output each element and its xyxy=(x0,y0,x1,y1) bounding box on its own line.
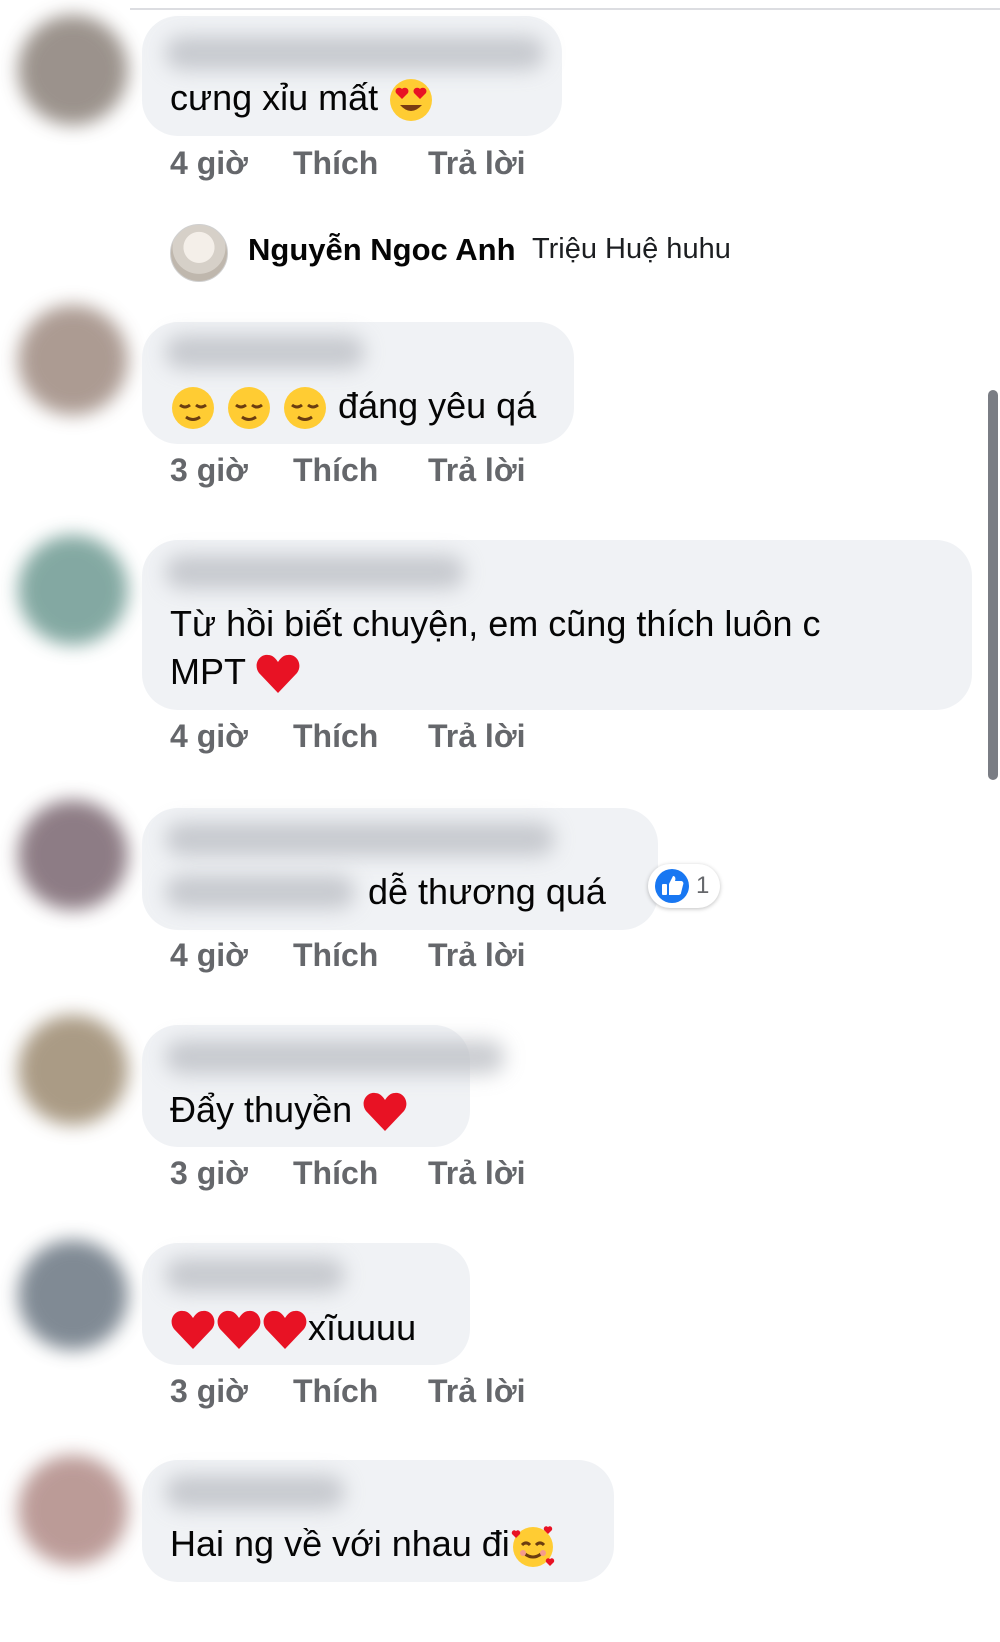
like-reaction-icon xyxy=(655,869,689,903)
comment-text-line-1: Từ hồi biết chuyện, em cũng thích luôn c xyxy=(170,603,821,644)
like-button[interactable]: Thích xyxy=(293,1155,378,1192)
reply-author-name[interactable]: Nguyễn Ngoc Anh xyxy=(248,232,516,268)
heart-eyes-emoji-icon xyxy=(390,79,433,122)
comment-text: Hai ng về với nhau đi xyxy=(170,1520,556,1569)
comment-text: xĩuuuu xyxy=(170,1304,416,1353)
avatar[interactable] xyxy=(18,1240,128,1350)
comment-text-line-2: MPT xyxy=(170,648,301,697)
avatar[interactable] xyxy=(18,800,128,910)
red-heart-icon xyxy=(363,1093,407,1132)
scrollbar[interactable] xyxy=(988,390,998,780)
timestamp: 4 giờ xyxy=(170,145,248,181)
timestamp: 3 giờ xyxy=(170,1373,248,1409)
smiling-face-with-hearts-emoji-icon xyxy=(511,1526,555,1568)
relieved-face-emoji-icon xyxy=(284,387,327,430)
like-button[interactable]: Thích xyxy=(293,718,378,755)
avatar[interactable] xyxy=(18,15,128,125)
blurred-author-name xyxy=(165,36,545,70)
reply-button[interactable]: Trả lời xyxy=(428,145,525,182)
like-button[interactable]: Thích xyxy=(293,145,378,182)
timestamp: 3 giờ xyxy=(170,1155,248,1191)
red-heart-icon xyxy=(171,1311,215,1350)
avatar[interactable] xyxy=(18,1455,128,1565)
relieved-face-emoji-icon xyxy=(172,387,214,430)
red-heart-icon xyxy=(256,655,300,694)
reply-button[interactable]: Trả lời xyxy=(428,718,525,755)
timestamp: 4 giờ xyxy=(170,937,248,973)
blurred-author-name xyxy=(165,822,555,856)
avatar[interactable] xyxy=(170,224,228,282)
reply-button[interactable]: Trả lời xyxy=(428,452,525,489)
avatar[interactable] xyxy=(18,535,128,645)
blurred-author-name xyxy=(165,335,365,369)
avatar[interactable] xyxy=(18,1015,128,1125)
blurred-author-name xyxy=(165,1258,345,1292)
blurred-text xyxy=(165,875,355,909)
comment-text: cưng xỉu mất xyxy=(170,74,434,123)
avatar[interactable] xyxy=(18,305,128,415)
comment-text: đáng yêu qá xyxy=(170,382,536,431)
comment-text: dễ thương quá xyxy=(368,871,606,912)
blurred-author-name xyxy=(165,1475,345,1509)
top-divider xyxy=(130,8,1000,10)
reply-text: Triệu Huệ huhu xyxy=(532,233,731,265)
reply-button[interactable]: Trả lời xyxy=(428,937,525,974)
like-button[interactable]: Thích xyxy=(293,1373,378,1410)
red-heart-icon xyxy=(263,1311,307,1350)
timestamp: 3 giờ xyxy=(170,452,248,488)
blurred-author-name xyxy=(165,1040,505,1074)
blurred-author-name xyxy=(165,555,465,589)
timestamp: 4 giờ xyxy=(170,718,248,754)
like-button[interactable]: Thích xyxy=(293,452,378,489)
reply-button[interactable]: Trả lời xyxy=(428,1155,525,1192)
like-button[interactable]: Thích xyxy=(293,937,378,974)
red-heart-icon xyxy=(217,1311,261,1350)
comment-text: Đẩy thuyền xyxy=(170,1086,408,1135)
reaction-count: 1 xyxy=(696,872,710,899)
reply-button[interactable]: Trả lời xyxy=(428,1373,525,1410)
reaction-count-badge[interactable]: 1 xyxy=(648,864,720,908)
relieved-face-emoji-icon xyxy=(228,387,271,430)
